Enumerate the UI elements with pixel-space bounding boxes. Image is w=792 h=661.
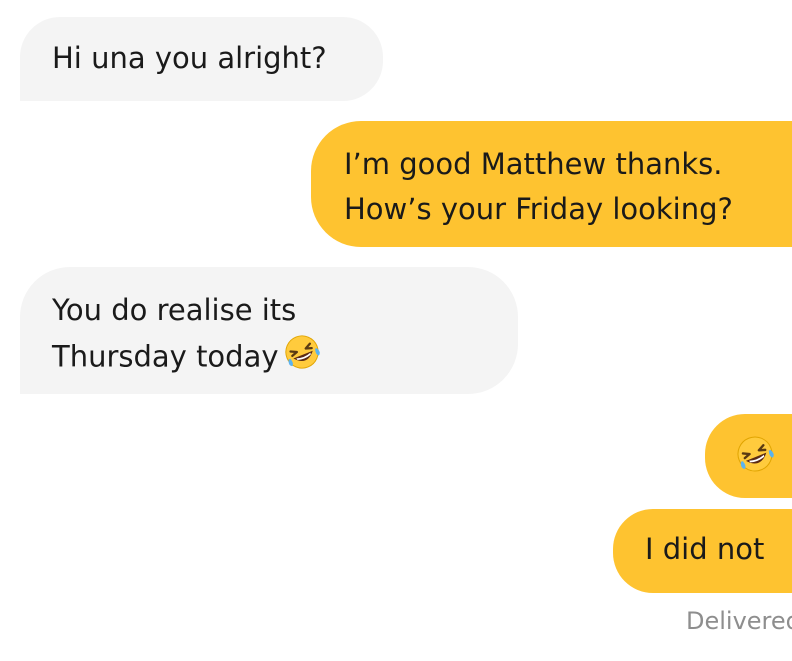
message-text-line: Thursday today [52,333,518,384]
message-bubble-outgoing[interactable]: I’m good Matthew thanks. How’s your Frid… [311,121,792,247]
message-bubble-incoming[interactable]: Hi una you alright? [20,17,383,101]
chat-screen: Hi una you alright? I’m good Matthew tha… [0,0,792,661]
message-text: I’m good Matthew thanks. [344,147,723,181]
delivery-status: Delivered [686,607,792,635]
message-text: Thursday today [52,339,279,374]
message-bubble-outgoing[interactable] [705,414,792,498]
rolling-on-floor-laughing-emoji-icon [283,333,321,384]
message-text: I did not [645,532,765,566]
message-text: How’s your Friday looking? [344,192,733,226]
message-text: You do realise its [52,293,297,327]
message-bubble-outgoing[interactable]: I did not [613,509,792,593]
message-bubble-incoming[interactable]: You do realise its Thursday today [20,267,518,394]
rolling-on-floor-laughing-emoji-icon [735,434,775,487]
message-text: Hi una you alright? [52,41,327,75]
